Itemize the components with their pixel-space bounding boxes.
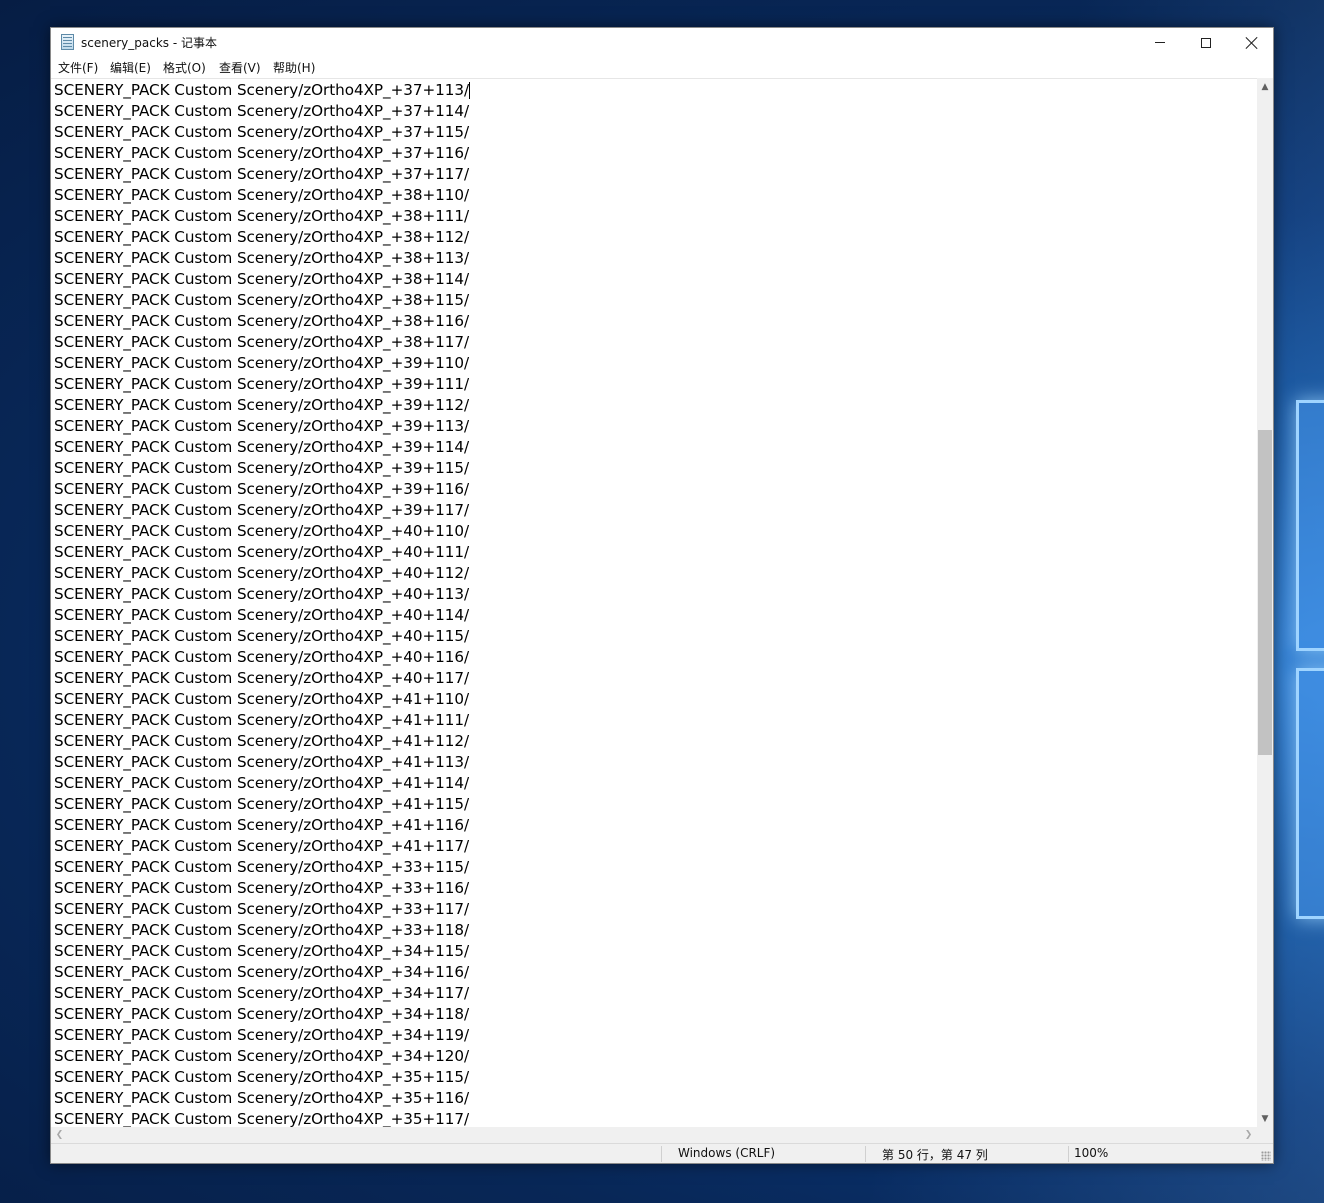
text-line: SCENERY_PACK Custom Scenery/zOrtho4XP_+3…	[54, 354, 470, 372]
text-line: SCENERY_PACK Custom Scenery/zOrtho4XP_+3…	[54, 858, 470, 876]
text-line: SCENERY_PACK Custom Scenery/zOrtho4XP_+3…	[54, 900, 470, 918]
vertical-scroll-thumb[interactable]	[1258, 430, 1272, 755]
menu-bar: 文件(F) 编辑(E) 格式(O) 查看(V) 帮助(H)	[51, 57, 1273, 77]
text-caret	[469, 82, 470, 99]
text-line: SCENERY_PACK Custom Scenery/zOrtho4XP_+3…	[54, 879, 470, 897]
close-button[interactable]	[1229, 28, 1275, 57]
text-line: SCENERY_PACK Custom Scenery/zOrtho4XP_+4…	[54, 711, 470, 729]
text-line: SCENERY_PACK Custom Scenery/zOrtho4XP_+3…	[54, 228, 470, 246]
text-line: SCENERY_PACK Custom Scenery/zOrtho4XP_+3…	[54, 1047, 470, 1065]
text-line: SCENERY_PACK Custom Scenery/zOrtho4XP_+3…	[54, 459, 470, 477]
text-line: SCENERY_PACK Custom Scenery/zOrtho4XP_+3…	[54, 1005, 470, 1023]
text-line: SCENERY_PACK Custom Scenery/zOrtho4XP_+3…	[54, 438, 470, 456]
title-bar[interactable]: scenery_packs - 记事本	[51, 28, 1273, 57]
text-line: SCENERY_PACK Custom Scenery/zOrtho4XP_+3…	[54, 207, 470, 225]
text-line: SCENERY_PACK Custom Scenery/zOrtho4XP_+4…	[54, 795, 470, 813]
notepad-icon[interactable]	[61, 34, 74, 50]
status-cursor-position: 第 50 行，第 47 列	[882, 1148, 988, 1162]
status-zoom: 100%	[1074, 1146, 1109, 1160]
text-line: SCENERY_PACK Custom Scenery/zOrtho4XP_+4…	[54, 690, 470, 708]
minimize-button[interactable]	[1137, 28, 1183, 57]
text-line: SCENERY_PACK Custom Scenery/zOrtho4XP_+3…	[54, 417, 470, 435]
menu-format[interactable]: 格式(O)	[163, 59, 206, 76]
text-line: SCENERY_PACK Custom Scenery/zOrtho4XP_+3…	[54, 270, 470, 288]
text-line: SCENERY_PACK Custom Scenery/zOrtho4XP_+3…	[54, 396, 470, 414]
text-line: SCENERY_PACK Custom Scenery/zOrtho4XP_+3…	[54, 501, 470, 519]
text-line: SCENERY_PACK Custom Scenery/zOrtho4XP_+3…	[54, 333, 470, 351]
windows-logo-pane	[1296, 668, 1324, 919]
scroll-left-icon[interactable]: ❮	[51, 1127, 68, 1143]
minimize-icon	[1155, 42, 1165, 43]
menu-file[interactable]: 文件(F)	[58, 59, 98, 76]
text-line: SCENERY_PACK Custom Scenery/zOrtho4XP_+4…	[54, 543, 470, 561]
text-line: SCENERY_PACK Custom Scenery/zOrtho4XP_+4…	[54, 669, 470, 687]
scroll-right-icon[interactable]: ❯	[1240, 1127, 1257, 1143]
text-line: SCENERY_PACK Custom Scenery/zOrtho4XP_+4…	[54, 522, 470, 540]
horizontal-scrollbar[interactable]: ❮ ❯	[51, 1127, 1257, 1143]
maximize-icon	[1201, 37, 1211, 48]
text-line: SCENERY_PACK Custom Scenery/zOrtho4XP_+4…	[54, 774, 470, 792]
text-line: SCENERY_PACK Custom Scenery/zOrtho4XP_+3…	[54, 102, 470, 120]
text-editor-area[interactable]: SCENERY_PACK Custom Scenery/zOrtho4XP_+3…	[51, 78, 1257, 1127]
text-line: SCENERY_PACK Custom Scenery/zOrtho4XP_+3…	[54, 291, 470, 309]
resize-grip-icon[interactable]	[1261, 1151, 1271, 1161]
text-line: SCENERY_PACK Custom Scenery/zOrtho4XP_+3…	[54, 144, 470, 162]
text-line: SCENERY_PACK Custom Scenery/zOrtho4XP_+3…	[54, 81, 470, 99]
text-line: SCENERY_PACK Custom Scenery/zOrtho4XP_+4…	[54, 753, 470, 771]
text-line: SCENERY_PACK Custom Scenery/zOrtho4XP_+3…	[54, 186, 470, 204]
text-line: SCENERY_PACK Custom Scenery/zOrtho4XP_+3…	[54, 249, 470, 267]
text-line: SCENERY_PACK Custom Scenery/zOrtho4XP_+4…	[54, 816, 470, 834]
text-line: SCENERY_PACK Custom Scenery/zOrtho4XP_+4…	[54, 627, 470, 645]
scroll-up-icon[interactable]: ▲	[1257, 78, 1273, 95]
text-line: SCENERY_PACK Custom Scenery/zOrtho4XP_+3…	[54, 921, 470, 939]
text-line: SCENERY_PACK Custom Scenery/zOrtho4XP_+3…	[54, 963, 470, 981]
text-line: SCENERY_PACK Custom Scenery/zOrtho4XP_+3…	[54, 375, 470, 393]
text-line: SCENERY_PACK Custom Scenery/zOrtho4XP_+4…	[54, 564, 470, 582]
text-line: SCENERY_PACK Custom Scenery/zOrtho4XP_+4…	[54, 837, 470, 855]
status-line-ending: Windows (CRLF)	[678, 1146, 776, 1160]
status-separator	[1068, 1146, 1069, 1162]
text-line: SCENERY_PACK Custom Scenery/zOrtho4XP_+4…	[54, 648, 470, 666]
text-line: SCENERY_PACK Custom Scenery/zOrtho4XP_+3…	[54, 165, 470, 183]
text-line: SCENERY_PACK Custom Scenery/zOrtho4XP_+3…	[54, 1089, 470, 1107]
notepad-window: scenery_packs - 记事本 文件(F) 编辑(E) 格式(O) 查看…	[50, 27, 1274, 1164]
text-line: SCENERY_PACK Custom Scenery/zOrtho4XP_+3…	[54, 1110, 470, 1127]
maximize-button[interactable]	[1183, 28, 1229, 57]
menu-help[interactable]: 帮助(H)	[273, 59, 315, 76]
status-separator	[865, 1146, 866, 1162]
text-line: SCENERY_PACK Custom Scenery/zOrtho4XP_+3…	[54, 1026, 470, 1044]
vertical-scrollbar[interactable]: ▲ ▼	[1257, 78, 1273, 1127]
status-bar: Windows (CRLF) 第 50 行，第 47 列 100%	[51, 1143, 1273, 1163]
menu-edit[interactable]: 编辑(E)	[110, 59, 151, 76]
windows-logo-pane	[1296, 400, 1324, 651]
close-icon	[1246, 37, 1258, 49]
text-line: SCENERY_PACK Custom Scenery/zOrtho4XP_+3…	[54, 312, 470, 330]
text-line: SCENERY_PACK Custom Scenery/zOrtho4XP_+3…	[54, 984, 470, 1002]
window-title: scenery_packs - 记事本	[81, 36, 217, 50]
text-line: SCENERY_PACK Custom Scenery/zOrtho4XP_+3…	[54, 1068, 470, 1086]
text-line: SCENERY_PACK Custom Scenery/zOrtho4XP_+4…	[54, 606, 470, 624]
text-line: SCENERY_PACK Custom Scenery/zOrtho4XP_+3…	[54, 942, 470, 960]
menu-view[interactable]: 查看(V)	[219, 59, 261, 76]
text-line: SCENERY_PACK Custom Scenery/zOrtho4XP_+4…	[54, 585, 470, 603]
scrollbar-corner	[1257, 1127, 1273, 1143]
scroll-down-icon[interactable]: ▼	[1257, 1110, 1273, 1127]
text-line: SCENERY_PACK Custom Scenery/zOrtho4XP_+3…	[54, 123, 470, 141]
text-line: SCENERY_PACK Custom Scenery/zOrtho4XP_+3…	[54, 480, 470, 498]
text-line: SCENERY_PACK Custom Scenery/zOrtho4XP_+4…	[54, 732, 470, 750]
status-separator	[661, 1146, 662, 1162]
